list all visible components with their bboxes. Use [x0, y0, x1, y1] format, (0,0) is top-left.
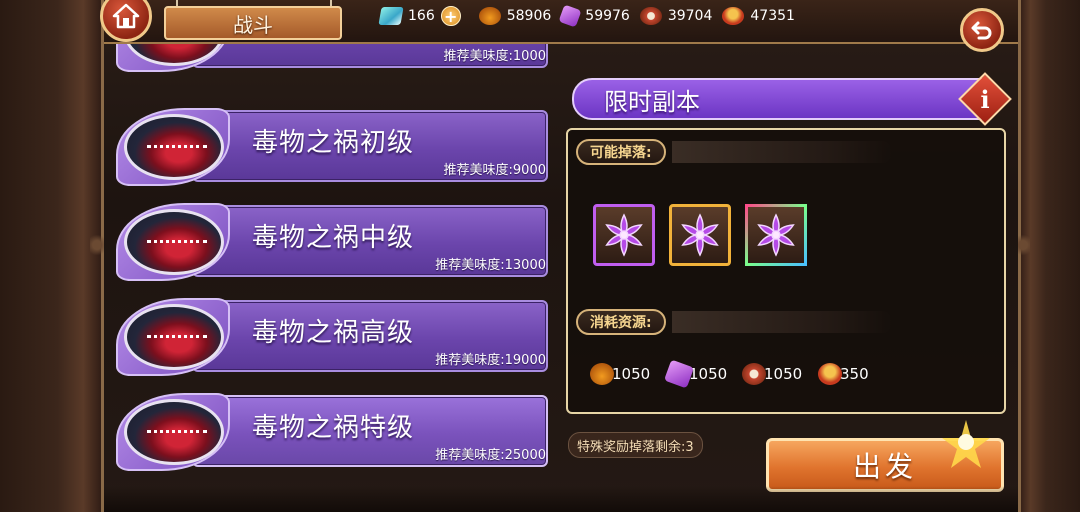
dungeon-recommend: 推荐美味度:25000 [435, 448, 546, 463]
resource-bar: 166 + 58906 59976 39704 47351 [378, 4, 795, 28]
drum-count: 47351 [750, 8, 795, 24]
monster-portrait-icon [124, 399, 224, 465]
gem-count: 166 [408, 8, 435, 24]
event-title: 限时副本 [572, 78, 990, 120]
resource-potion: 58906 [478, 7, 552, 25]
dungeon-portrait [116, 389, 234, 473]
dungeon-item[interactable]: 毒物之祸初级 推荐美味度:9000 [112, 104, 554, 188]
meat-count: 39704 [667, 8, 713, 24]
dungeon-item[interactable]: 推荐美味度:1000 [112, 44, 554, 74]
resource-gem[interactable]: 166 + [378, 6, 461, 26]
gem-icon [378, 7, 404, 25]
dungeon-name: 毒物之祸中级 [252, 223, 415, 253]
dungeon-list[interactable]: 推荐美味度:1000 毒物之祸初级 推荐美味度:9000 毒物之祸中级 推荐美味… [112, 44, 554, 512]
dungeon-recommend: 推荐美味度:13000 [435, 258, 546, 273]
resource-drum: 47351 [722, 7, 795, 25]
monster-portrait-icon [124, 304, 224, 370]
meat-icon [639, 7, 662, 25]
page-title: 战斗 [164, 6, 342, 40]
resource-meat: 39704 [639, 7, 713, 25]
cost-drum: 350 [818, 362, 869, 386]
info-icon: i [980, 84, 990, 114]
cost-value: 1050 [612, 365, 651, 383]
potion-icon [590, 363, 614, 385]
left-wood-frame [0, 0, 104, 512]
potion-count: 58906 [506, 8, 552, 24]
section-divider [672, 141, 892, 163]
drop-item[interactable] [593, 204, 655, 266]
back-arrow-icon [971, 21, 992, 40]
frame-ornament [1016, 232, 1030, 258]
drop-item[interactable] [669, 204, 731, 266]
dungeon-recommend: 推荐美味度:9000 [443, 163, 546, 178]
dungeon-recommend: 推荐美味度:1000 [443, 49, 546, 64]
potion-icon [478, 7, 501, 25]
dungeon-portrait [116, 44, 234, 74]
crystal-icon [558, 4, 582, 28]
dungeon-item[interactable]: 毒物之祸高级 推荐美味度:19000 [112, 294, 554, 378]
meat-icon [742, 363, 766, 385]
dungeon-name: 毒物之祸初级 [252, 128, 415, 158]
section-divider [672, 311, 892, 333]
dungeon-portrait [116, 294, 234, 378]
dungeon-item[interactable]: 毒物之祸中级 推荐美味度:13000 [112, 199, 554, 283]
cost-value: 1050 [764, 365, 803, 383]
crystal-icon [663, 359, 695, 389]
bonus-remaining-badge: 特殊奖励掉落剩余:3 [568, 432, 703, 458]
drum-icon [722, 7, 745, 25]
cost-meat: 1050 [742, 362, 802, 386]
dungeon-recommend: 推荐美味度:19000 [435, 353, 546, 368]
dungeon-portrait [116, 199, 234, 283]
cost-label: 消耗资源: [576, 309, 666, 335]
cost-value: 1050 [689, 365, 728, 383]
dungeon-item-selected[interactable]: 毒物之祸特级 推荐美味度:25000 [112, 389, 554, 473]
purple-flower-icon [757, 213, 795, 257]
back-button[interactable] [960, 8, 1004, 52]
monster-portrait-icon [124, 209, 224, 275]
cost-potion: 1050 [590, 362, 650, 386]
drops-label: 可能掉落: [576, 139, 666, 165]
drum-icon [818, 363, 842, 385]
frame-ornament [90, 232, 104, 258]
purple-flower-icon [681, 213, 719, 257]
cost-crystal: 1050 [663, 359, 728, 389]
sparkle-icon [942, 420, 990, 468]
drop-item[interactable] [745, 204, 807, 266]
dungeon-name: 毒物之祸特级 [252, 413, 415, 443]
purple-flower-icon [605, 213, 643, 257]
monster-portrait-icon [124, 114, 224, 180]
resource-crystal: 59976 [558, 4, 630, 28]
dungeon-name: 毒物之祸高级 [252, 318, 415, 348]
bottom-shadow [104, 486, 1018, 512]
dungeon-portrait [116, 104, 234, 188]
add-gem-button[interactable]: + [440, 6, 461, 26]
crystal-count: 59976 [585, 8, 630, 24]
home-icon [112, 3, 140, 29]
cost-value: 350 [840, 365, 869, 383]
